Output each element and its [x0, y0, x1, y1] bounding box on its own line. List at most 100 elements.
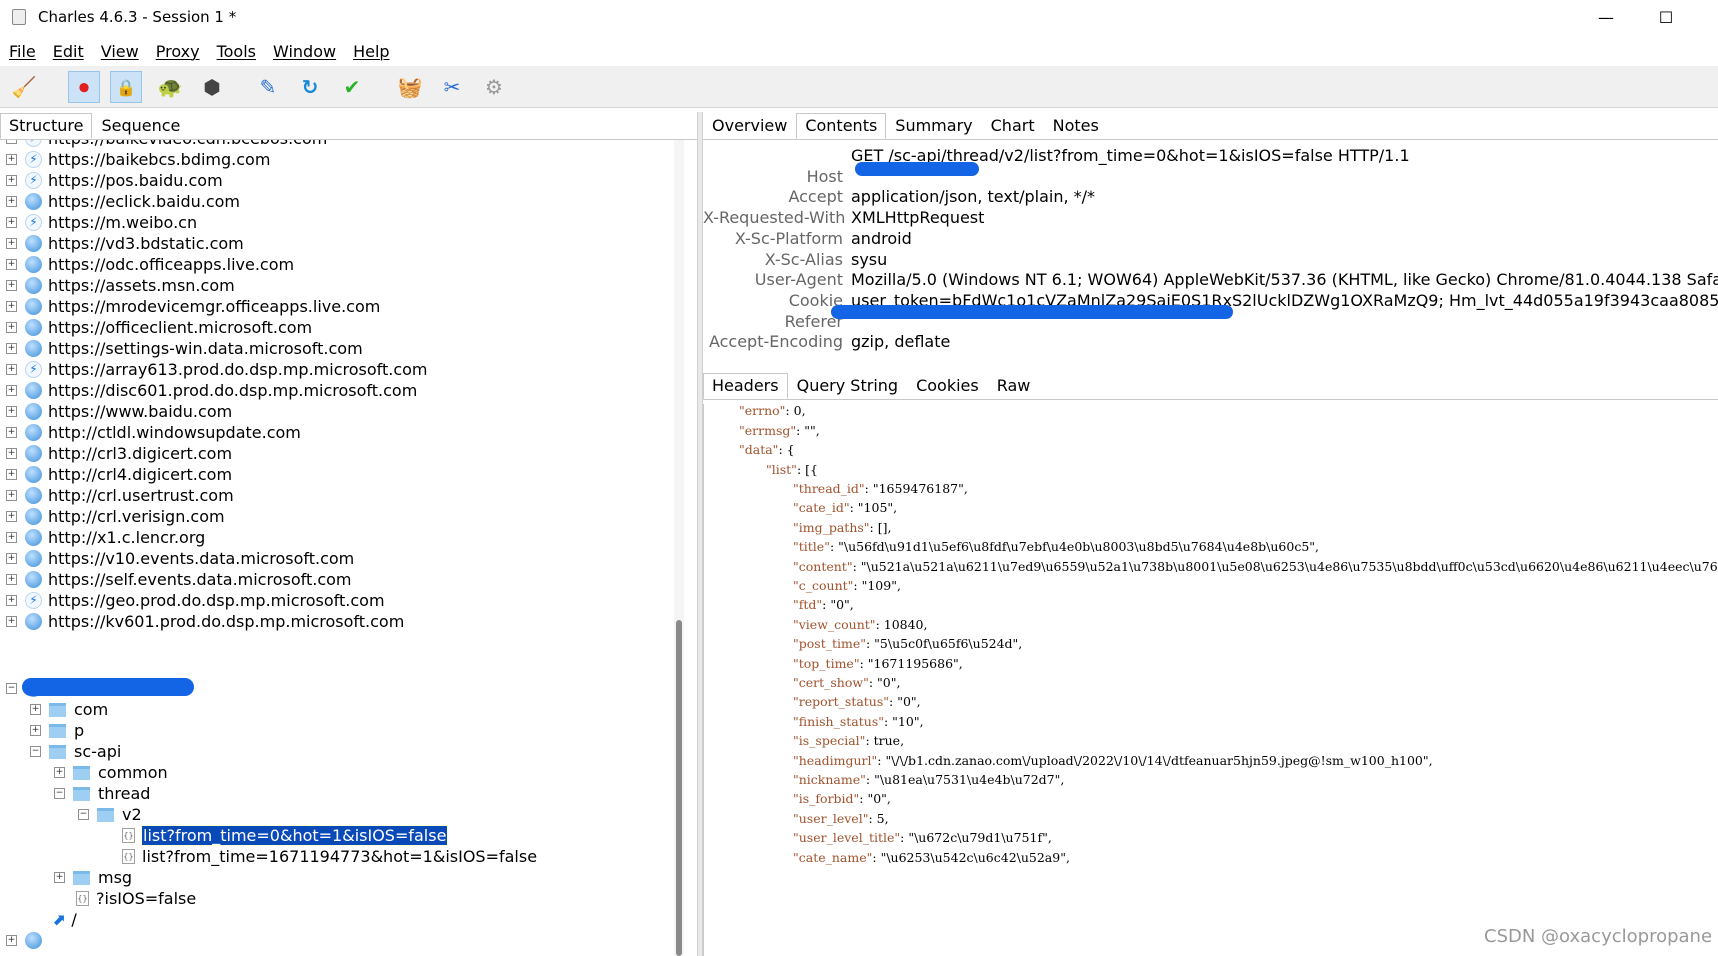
menu-view[interactable]: View	[101, 42, 139, 61]
tab-structure[interactable]: Structure	[0, 113, 93, 139]
tree-node-com[interactable]: + com	[30, 699, 108, 720]
expand-icon[interactable]: +	[54, 767, 65, 778]
maximize-button[interactable]: ☐	[1636, 0, 1696, 34]
expand-icon[interactable]: +	[30, 704, 41, 715]
expand-icon[interactable]: +	[6, 217, 17, 228]
menu-edit[interactable]: Edit	[53, 42, 84, 61]
tree-node-host[interactable]: + https://officeclient.microsoft.com	[6, 317, 312, 338]
menu-file[interactable]: File	[9, 42, 36, 61]
tree-node-host[interactable]: + ⚡ https://geo.prod.do.dsp.mp.microsoft.c…	[6, 590, 385, 611]
tree-node-host[interactable]: + https://odc.officeapps.live.com	[6, 254, 294, 275]
tree-node-isios[interactable]: {} ?isIOS=false	[76, 888, 196, 909]
tree-node-host[interactable]: + https://v10.events.data.microsoft.com	[6, 548, 354, 569]
expand-icon[interactable]: +	[6, 364, 17, 375]
collapse-icon[interactable]: −	[78, 809, 89, 820]
tree-node-host[interactable]: + https://vd3.bdstatic.com	[6, 233, 244, 254]
tree-node-host[interactable]: + http://crl3.digicert.com	[6, 443, 232, 464]
expand-icon[interactable]: +	[6, 616, 17, 627]
expand-icon[interactable]: +	[6, 574, 17, 585]
expand-icon[interactable]: +	[6, 196, 17, 207]
expand-icon[interactable]: +	[6, 490, 17, 501]
tab-overview[interactable]: Overview	[703, 113, 796, 139]
tab-chart[interactable]: Chart	[982, 113, 1044, 139]
tree-node-sc-api[interactable]: − sc-api	[30, 741, 121, 762]
basket-icon[interactable]: 🧺	[394, 71, 426, 103]
tree-node-host[interactable]: + http://crl4.digicert.com	[6, 464, 232, 485]
tree-node-host[interactable]: + ⚡ https://m.weibo.cn	[6, 212, 197, 233]
expand-icon[interactable]: +	[6, 553, 17, 564]
expand-icon[interactable]: +	[6, 280, 17, 291]
settings-icon[interactable]: ⚙	[478, 71, 510, 103]
expand-icon[interactable]: +	[6, 175, 17, 186]
expand-icon[interactable]: +	[6, 385, 17, 396]
tab-notes[interactable]: Notes	[1044, 113, 1108, 139]
tree-node-request-selected[interactable]: {} list?from_time=0&hot=1&isIOS=false	[122, 825, 449, 846]
expand-icon[interactable]: +	[6, 469, 17, 480]
expand-icon[interactable]: +	[30, 725, 41, 736]
validate-icon[interactable]: ✔	[336, 71, 368, 103]
tree-node-host[interactable]: + https://kv601.prod.do.dsp.mp.microsoft.…	[6, 611, 404, 632]
collapse-icon[interactable]: −	[30, 746, 41, 757]
tree-node-host[interactable]: + ⚡ https://pos.baidu.com	[6, 170, 223, 191]
tab-raw[interactable]: Raw	[988, 373, 1040, 399]
response-body-json[interactable]: {"errno": 0,"errmsg": "","data": {"list"…	[703, 404, 1718, 956]
tree-node-host[interactable]: + http://crl.verisign.com	[6, 506, 225, 527]
tree-node-host[interactable]: + http://x1.c.lencr.org	[6, 527, 205, 548]
expand-icon[interactable]: +	[54, 872, 65, 883]
tree-scrollbar[interactable]	[674, 140, 684, 956]
expand-icon[interactable]: +	[6, 595, 17, 606]
collapse-icon[interactable]: −	[6, 683, 17, 694]
scrollbar-thumb[interactable]	[676, 620, 682, 956]
tree-node-host[interactable]: + https://self.events.data.microsoft.com	[6, 569, 352, 590]
tree-node-v2[interactable]: − v2	[78, 804, 142, 825]
throttle-icon[interactable]: 🐢	[154, 71, 186, 103]
tree-node-root[interactable]: ⬈ /	[52, 909, 77, 930]
compose-icon[interactable]: ✎	[252, 71, 284, 103]
menu-tools[interactable]: Tools	[217, 42, 256, 61]
tree-node-host[interactable]: + ⚡ https://baikebcs.bdimg.com	[6, 149, 270, 170]
collapse-icon[interactable]: −	[54, 788, 65, 799]
tree-node-host[interactable]: + https://assets.msn.com	[6, 275, 235, 296]
tree-node-host[interactable]: + https://eclick.baidu.com	[6, 191, 240, 212]
minimize-button[interactable]: —	[1576, 0, 1636, 34]
tree-node-common[interactable]: + common	[54, 762, 168, 783]
record-icon[interactable]: ⏺	[68, 71, 100, 103]
expand-icon[interactable]: +	[6, 406, 17, 417]
tree-node-host[interactable]: + https://disc601.prod.do.dsp.mp.microsof…	[6, 380, 417, 401]
broom-icon[interactable]: 🧹	[8, 71, 40, 103]
breakpoints-icon[interactable]: ⬢	[196, 71, 228, 103]
tree-node-host[interactable]: + http://crl.usertrust.com	[6, 485, 234, 506]
tree-node-host[interactable]: + ⚡ https://array613.prod.do.dsp.mp.micros…	[6, 359, 428, 380]
expand-icon[interactable]: +	[6, 238, 17, 249]
tree-node-host[interactable]: + http://ctldl.windowsupdate.com	[6, 422, 301, 443]
expand-icon[interactable]: +	[6, 322, 17, 333]
tree-node-request[interactable]: {} list?from_time=1671194773&hot=1&isIOS…	[122, 846, 537, 867]
expand-icon[interactable]: +	[6, 140, 17, 144]
expand-icon[interactable]: +	[6, 154, 17, 165]
expand-icon[interactable]: +	[6, 511, 17, 522]
tab-contents[interactable]: Contents	[796, 113, 887, 139]
menu-help[interactable]: Help	[353, 42, 389, 61]
tree-node-host[interactable]: + https://mrodevicemgr.officeapps.live.co…	[6, 296, 380, 317]
tree-node-host[interactable]: + https://www.baidu.com	[6, 401, 232, 422]
expand-icon[interactable]: +	[6, 935, 17, 946]
tab-summary[interactable]: Summary	[886, 113, 981, 139]
expand-icon[interactable]: +	[6, 427, 17, 438]
repeat-icon[interactable]: ↻	[294, 71, 326, 103]
tab-cookies[interactable]: Cookies	[907, 373, 988, 399]
expand-icon[interactable]: +	[6, 448, 17, 459]
tree-node-thread[interactable]: − thread	[54, 783, 150, 804]
menu-window[interactable]: Window	[273, 42, 336, 61]
expand-icon[interactable]: +	[6, 343, 17, 354]
tools-icon[interactable]: ✂	[436, 71, 468, 103]
tree-node-host[interactable]: + https://settings-win.data.microsoft.com	[6, 338, 363, 359]
tab-query-string[interactable]: Query String	[788, 373, 907, 399]
tab-headers[interactable]: Headers	[703, 373, 788, 399]
tree-node-p[interactable]: + p	[30, 720, 84, 741]
tree-node-msg[interactable]: + msg	[54, 867, 132, 888]
expand-icon[interactable]: +	[6, 301, 17, 312]
menu-proxy[interactable]: Proxy	[156, 42, 200, 61]
expand-icon[interactable]: +	[6, 259, 17, 270]
tree-node-host[interactable]: + ⚡ https://baikevideo.cdn.bcebos.com	[6, 140, 327, 149]
ssl-proxy-icon[interactable]: 🔒	[110, 71, 142, 103]
